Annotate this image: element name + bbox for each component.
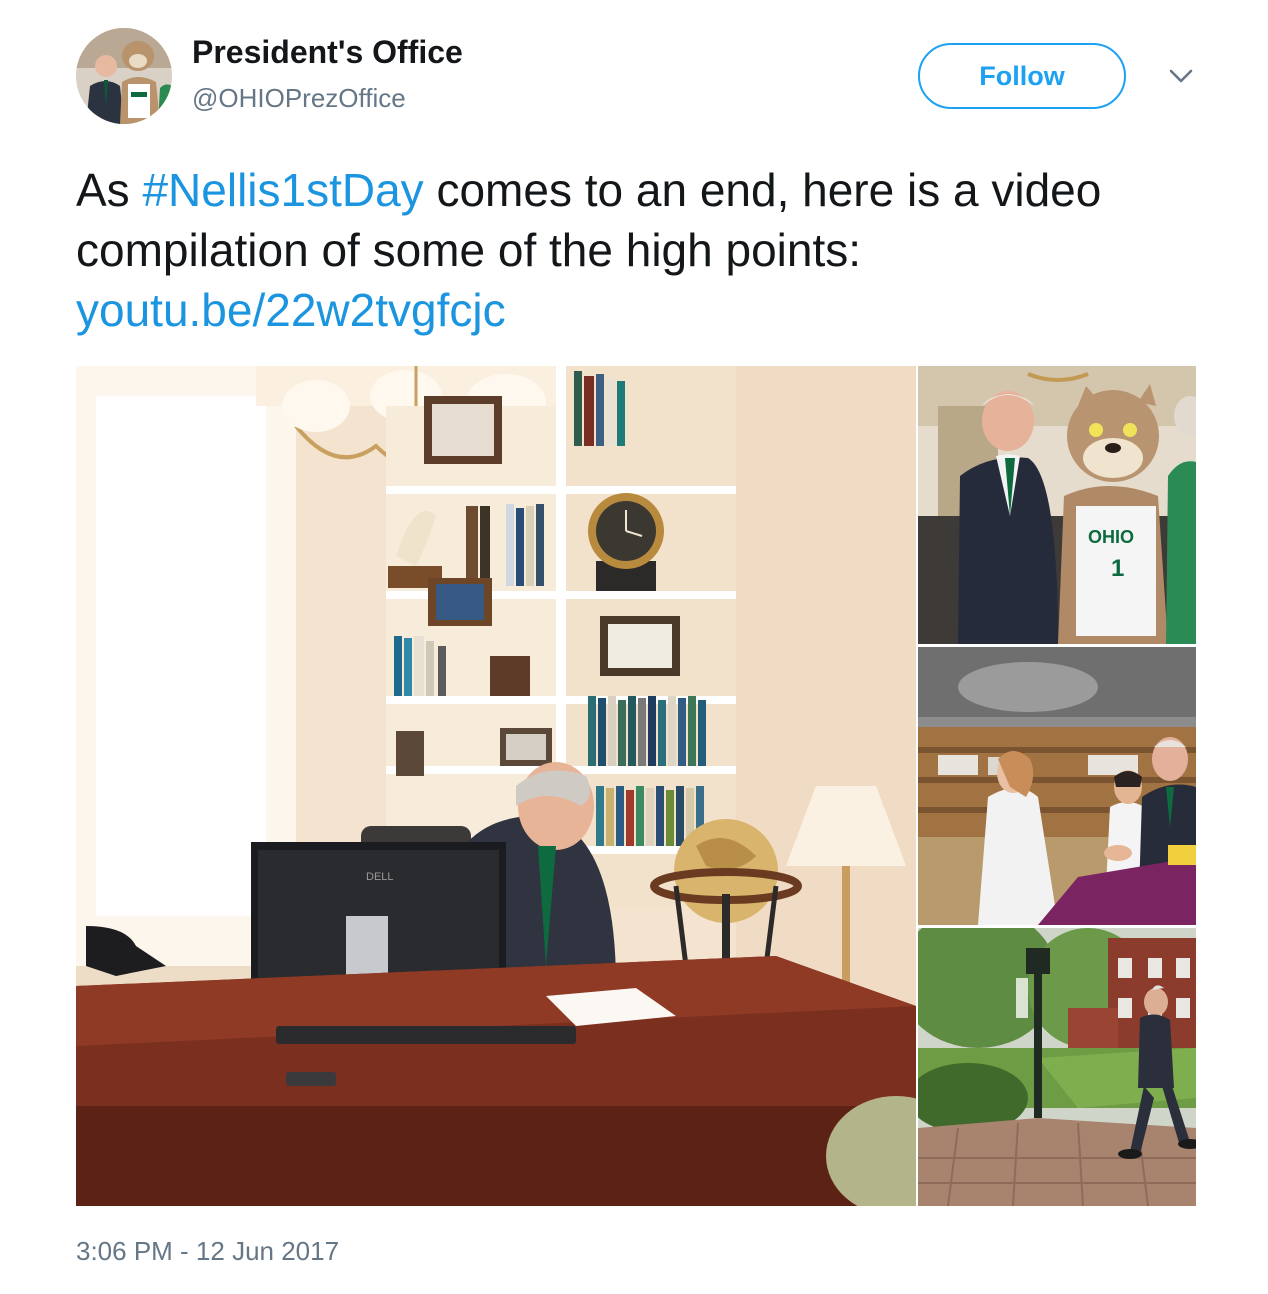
media-photo-mascot[interactable]: OHIO 1 [918,366,1196,644]
display-name[interactable]: President's Office [192,34,463,71]
desk [76,956,916,1206]
tweet-text: As #Nellis1stDay comes to an end, here i… [76,160,1216,340]
video-link[interactable]: youtu.be/22w2tvgfcjc [76,284,506,336]
avatar-image [76,28,172,124]
jersey-text: OHIO [1088,527,1134,547]
media-photo-office[interactable]: DELL [76,366,916,1206]
avatar[interactable] [76,28,172,124]
chevron-down-icon[interactable] [1166,64,1196,88]
media-photo-lab[interactable] [918,647,1196,925]
media-photo-campus[interactable] [918,928,1196,1206]
clock [588,493,664,591]
tweet-timestamp[interactable]: 3:06 PM - 12 Jun 2017 [76,1236,339,1267]
monitor-brand: DELL [366,871,394,883]
tweet-text-part: As [76,164,143,216]
jersey-number: 1 [1111,555,1124,582]
tweet-card: President's Office @OHIOPrezOffice Follo… [0,0,1268,1294]
follow-button[interactable]: Follow [918,43,1126,109]
media-grid: DELL OHIO 1 [76,366,1196,1206]
person-mascot: OHIO 1 [1058,384,1168,644]
user-handle[interactable]: @OHIOPrezOffice [192,83,406,114]
hashtag-link[interactable]: #Nellis1stDay [142,164,423,216]
